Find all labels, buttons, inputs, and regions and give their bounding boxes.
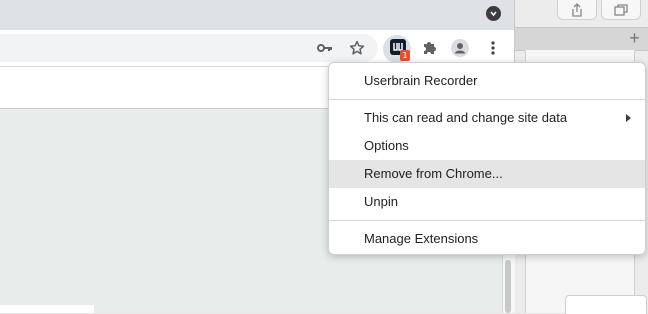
- key-icon[interactable]: [316, 39, 334, 57]
- menu-item-label: This can read and change site data: [364, 110, 568, 125]
- menu-item-options[interactable]: Options: [329, 132, 645, 160]
- menu-item-site-access[interactable]: This can read and change site data: [329, 104, 645, 132]
- profile-icon[interactable]: [451, 39, 469, 57]
- tabs-icon[interactable]: [601, 0, 641, 20]
- menu-item-label: Manage Extensions: [364, 231, 479, 246]
- page-content-card: [0, 305, 94, 313]
- tab-search-icon[interactable]: [486, 6, 501, 21]
- menu-separator: [329, 99, 645, 100]
- menu-separator: [329, 220, 645, 221]
- submenu-arrow-icon: [626, 114, 631, 122]
- menu-item-extension-name[interactable]: Userbrain Recorder: [329, 67, 645, 95]
- menu-item-unpin[interactable]: Unpin: [329, 188, 645, 216]
- plus-icon[interactable]: +: [621, 27, 648, 49]
- puzzle-icon[interactable]: [420, 39, 438, 57]
- kebab-menu-icon[interactable]: [484, 39, 502, 57]
- menu-item-label: Unpin: [364, 194, 398, 209]
- scrollbar-thumb[interactable]: [505, 260, 511, 313]
- menu-item-label: Userbrain Recorder: [364, 73, 478, 88]
- menu-item-manage-extensions[interactable]: Manage Extensions: [329, 225, 645, 253]
- share-icon[interactable]: [557, 0, 597, 20]
- background-card: [565, 295, 647, 314]
- star-icon[interactable]: [348, 39, 366, 57]
- tab-strip: [0, 0, 514, 30]
- menu-item-label: Remove from Chrome...: [364, 166, 503, 181]
- extension-badge: 1: [400, 50, 410, 61]
- menu-item-label: Options: [364, 138, 409, 153]
- menu-item-remove[interactable]: Remove from Chrome...: [329, 160, 645, 188]
- extension-context-menu: Userbrain Recorder This can read and cha…: [328, 62, 646, 255]
